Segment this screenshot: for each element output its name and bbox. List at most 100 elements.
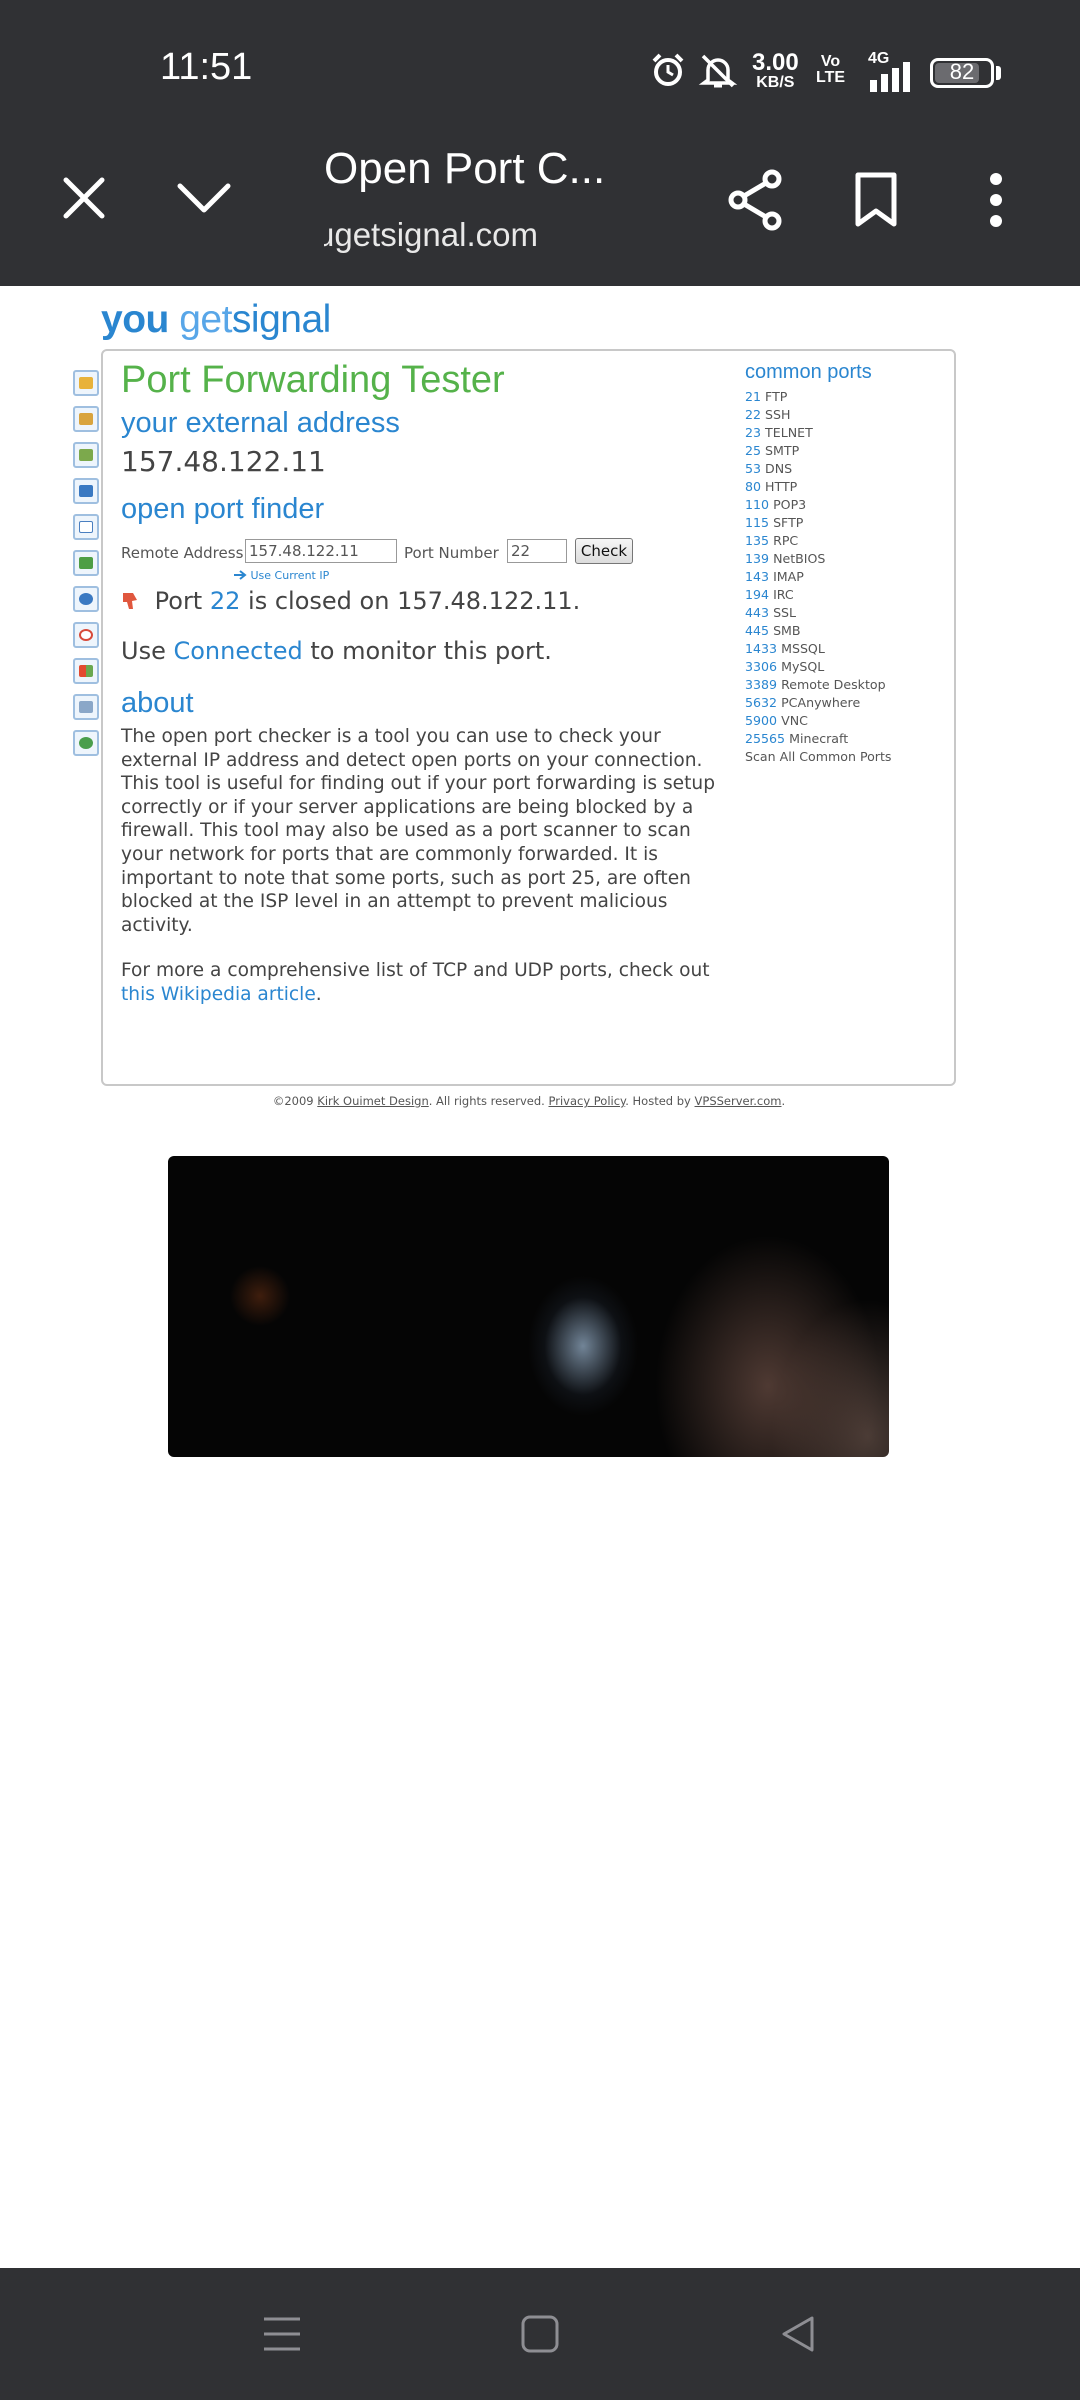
port-number: 445 xyxy=(745,623,770,638)
connected-link[interactable]: Connected xyxy=(173,637,302,665)
tool-title: Port Forwarding Tester xyxy=(121,359,505,401)
drive-icon[interactable] xyxy=(73,694,99,720)
remote-address-input[interactable] xyxy=(245,539,397,563)
port-name: SMTP xyxy=(765,443,800,458)
port-row[interactable]: 22 SSH xyxy=(745,406,945,424)
port-name: NetBIOS xyxy=(773,551,826,566)
ad-image[interactable] xyxy=(168,1156,889,1457)
net-speed-value: 3.00 xyxy=(752,49,799,76)
page-title: Open Port C... xyxy=(324,144,606,193)
close-button[interactable] xyxy=(44,158,124,238)
more-options-button[interactable] xyxy=(956,160,1036,240)
port-row[interactable]: 80 HTTP xyxy=(745,478,945,496)
volte-top: Vo xyxy=(820,53,841,70)
footer-privacy-link[interactable]: Privacy Policy xyxy=(548,1094,625,1108)
port-row[interactable]: 110 POP3 xyxy=(745,496,945,514)
port-row[interactable]: 115 SFTP xyxy=(745,514,945,532)
logo-signal: signal xyxy=(231,298,331,341)
port-name: PCAnywhere xyxy=(781,695,861,710)
common-ports-list: common ports 21 FTP 22 SSH 23 TELNET 25 SMT… xyxy=(745,361,945,766)
google-icon[interactable] xyxy=(73,622,99,648)
port-row[interactable]: 23 TELNET xyxy=(745,424,945,442)
battery-level: 82 xyxy=(949,59,975,84)
port-row[interactable]: 5900 VNC xyxy=(745,712,945,730)
scan-all-link[interactable]: Scan All Common Ports xyxy=(745,748,945,766)
status-bar: 11:51 3.00 KB/S Vo LTE 4G 82 xyxy=(0,0,1080,124)
port-row[interactable]: 25565 Minecraft xyxy=(745,730,945,748)
port-row[interactable]: 5632 PCAnywhere xyxy=(745,694,945,712)
port-number: 139 xyxy=(745,551,770,566)
navigation-bar xyxy=(0,2268,1080,2400)
site-logo[interactable]: you getsignal xyxy=(101,298,331,342)
port-name: MySQL xyxy=(781,659,825,674)
result-port-link[interactable]: 22 xyxy=(210,587,241,615)
external-address-heading: your external address xyxy=(121,407,400,439)
check-button[interactable]: Check xyxy=(575,538,633,564)
port-number: 80 xyxy=(745,479,762,494)
connected-pre: Use xyxy=(121,637,166,665)
port-row[interactable]: 53 DNS xyxy=(745,460,945,478)
port-row[interactable]: 194 IRC xyxy=(745,586,945,604)
mail-icon[interactable] xyxy=(73,514,99,540)
about-heading: about xyxy=(121,687,194,719)
footer-author-link[interactable]: Kirk Ouimet Design xyxy=(317,1094,428,1108)
port-row[interactable]: 139 NetBIOS xyxy=(745,550,945,568)
port-number: 53 xyxy=(745,461,762,476)
port-name: SMB xyxy=(773,623,801,638)
use-current-ip-text: Use Current IP xyxy=(250,569,330,582)
lock-icon[interactable] xyxy=(73,370,99,396)
port-name: SSL xyxy=(773,605,797,620)
back-icon xyxy=(782,2316,814,2352)
bookmark-button[interactable] xyxy=(836,160,916,240)
back-button[interactable] xyxy=(758,2294,838,2374)
port-number: 115 xyxy=(745,515,770,530)
map-icon[interactable] xyxy=(73,442,99,468)
port-row[interactable]: 25 SMTP xyxy=(745,442,945,460)
port-number-input[interactable] xyxy=(507,539,567,563)
port-number: 25 xyxy=(745,443,762,458)
port-row[interactable]: 3389 Remote Desktop xyxy=(745,676,945,694)
recents-button[interactable] xyxy=(242,2294,322,2374)
external-ip: 157.48.122.11 xyxy=(121,445,326,478)
port-name: DNS xyxy=(765,461,793,476)
port-row[interactable]: 143 IMAP xyxy=(745,568,945,586)
globe-icon[interactable] xyxy=(73,730,99,756)
port-row[interactable]: 135 RPC xyxy=(745,532,945,550)
about-text: The open port checker is a tool you can … xyxy=(121,726,715,936)
windows-icon[interactable] xyxy=(73,658,99,684)
net-speed-unit: KB/S xyxy=(756,74,795,91)
port-name: TELNET xyxy=(765,425,813,440)
home-button[interactable] xyxy=(500,2294,580,2374)
site-footer: ©2009 Kirk Ouimet Design. All rights res… xyxy=(0,1094,1058,1108)
tool-panel: Port Forwarding Tester your external add… xyxy=(101,349,956,1086)
window-icon[interactable] xyxy=(73,478,99,504)
result-pre: Port xyxy=(154,587,203,615)
result-line: Port 22 is closed on 157.48.122.11. xyxy=(121,587,580,615)
port-row[interactable]: 21 FTP xyxy=(745,388,945,406)
port-row[interactable]: 3306 MySQL xyxy=(745,658,945,676)
image-icon[interactable] xyxy=(73,406,99,432)
footer-copyright: ©2009 xyxy=(272,1094,314,1108)
port-row[interactable]: 443 SSL xyxy=(745,604,945,622)
port-row[interactable]: 1433 MSSQL xyxy=(745,640,945,658)
port-row[interactable]: 445 SMB xyxy=(745,622,945,640)
help-icon[interactable] xyxy=(73,586,99,612)
share-button[interactable] xyxy=(716,160,796,240)
wikipedia-link[interactable]: this Wikipedia article xyxy=(121,984,316,1005)
result-mid: is closed on xyxy=(248,587,390,615)
port-number: 3306 xyxy=(745,659,778,674)
port-name: MSSQL xyxy=(781,641,825,656)
port-number: 443 xyxy=(745,605,770,620)
network-icon[interactable] xyxy=(73,550,99,576)
more-info-pre: For more a comprehensive list of TCP and… xyxy=(121,960,710,981)
use-current-ip-link[interactable]: Use Current IP xyxy=(233,569,329,582)
page-url[interactable]: ugetsignal.com xyxy=(324,216,564,254)
alarm-icon xyxy=(652,53,684,86)
collapse-button[interactable] xyxy=(164,158,244,238)
port-number: 1433 xyxy=(745,641,778,656)
bookmark-icon xyxy=(855,172,897,227)
connected-line: Use Connected to monitor this port. xyxy=(121,637,552,665)
footer-host-link[interactable]: VPSServer.com xyxy=(695,1094,782,1108)
port-name: SFTP xyxy=(773,515,804,530)
battery-cap xyxy=(996,66,1001,80)
